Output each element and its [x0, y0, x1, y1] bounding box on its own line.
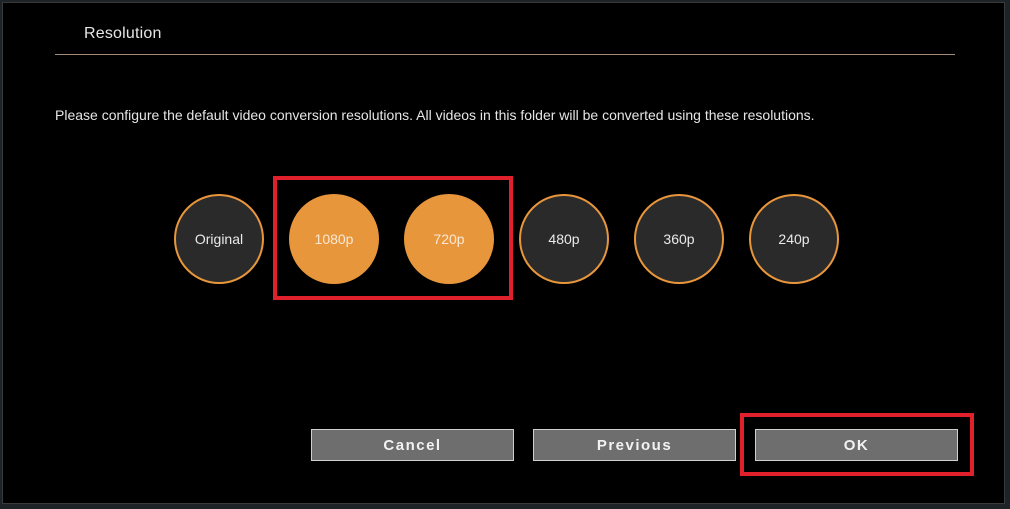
resolution-option-1080p[interactable]: 1080p [289, 194, 379, 284]
resolution-option-240p[interactable]: 240p [749, 194, 839, 284]
dialog-title: Resolution [84, 25, 162, 42]
resolution-option-480p[interactable]: 480p [519, 194, 609, 284]
resolution-option-360p[interactable]: 360p [634, 194, 724, 284]
cancel-button[interactable]: Cancel [311, 429, 514, 461]
title-divider [55, 54, 955, 55]
resolution-option-720p[interactable]: 720p [404, 194, 494, 284]
resolution-dialog: Resolution Please configure the default … [2, 2, 1005, 504]
previous-button[interactable]: Previous [533, 429, 736, 461]
resolution-option-original[interactable]: Original [174, 194, 264, 284]
ok-button[interactable]: OK [755, 429, 958, 461]
dialog-description: Please configure the default video conve… [55, 107, 815, 123]
